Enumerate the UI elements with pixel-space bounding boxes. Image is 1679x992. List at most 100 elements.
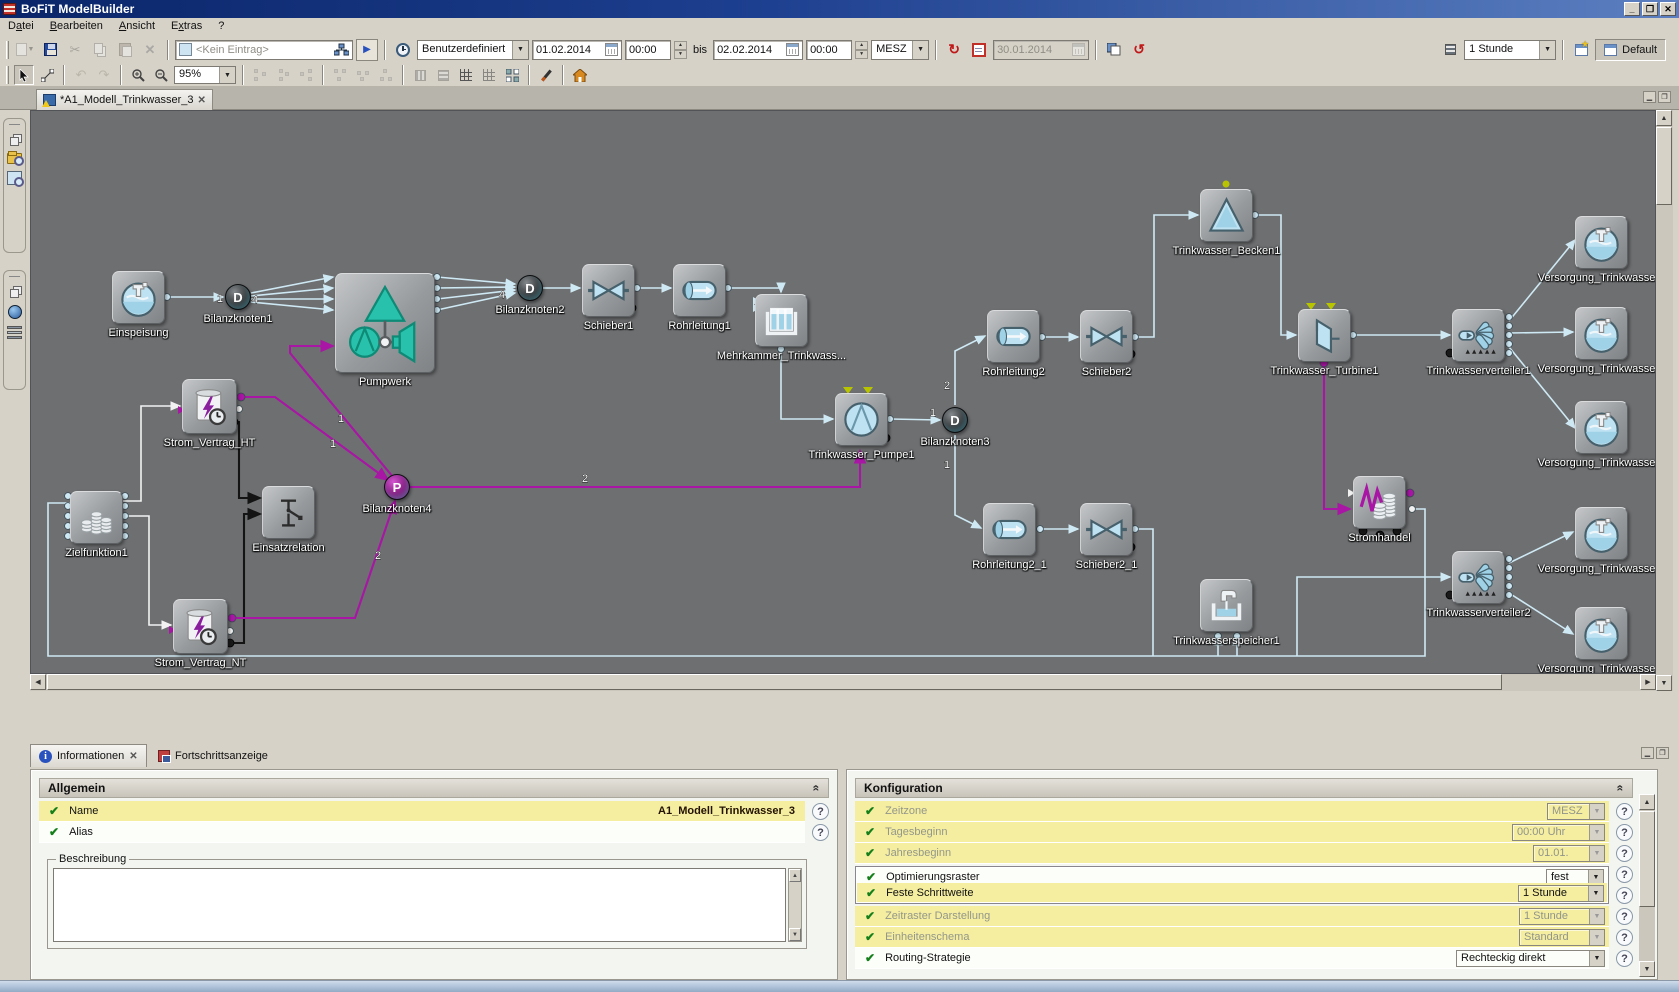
config-row-bar[interactable]: ✔Tagesbeginn00:00 Uhr▼ (855, 822, 1609, 843)
time-to-spinner[interactable]: ▲▼ (855, 41, 868, 59)
node-schieber1[interactable] (582, 264, 635, 317)
node-trinkwasserverteiler2[interactable] (1452, 551, 1505, 604)
snap-grid-button[interactable] (479, 65, 499, 85)
config-row-bar[interactable]: ✔EinheitenschemaStandard▼ (855, 927, 1609, 948)
canvas-hscrollbar[interactable]: ◀ ▶ (30, 674, 1656, 691)
node-trinkwasser-becken1[interactable] (1200, 189, 1253, 242)
toolbar-grip[interactable] (6, 66, 9, 84)
align-left-button[interactable] (250, 65, 270, 85)
tab-informationen[interactable]: i Informationen ✕ (30, 744, 147, 767)
config-select-feste-schrittweite[interactable]: 1 Stunde▼ (1518, 885, 1604, 902)
diagram-edge[interactable] (437, 277, 515, 284)
diagram-edge[interactable] (410, 451, 860, 487)
tab-fortschrittsanzeige[interactable]: Fortschrittsanzeige (150, 744, 276, 767)
help-button[interactable]: ? (1616, 824, 1633, 841)
node-trinkwasserverteiler1[interactable] (1452, 309, 1505, 362)
calendar-icon[interactable] (786, 43, 799, 56)
node-versorgung-trinkwasser3[interactable] (1575, 401, 1628, 454)
reload-model-button[interactable]: ↺ (1128, 39, 1150, 61)
date-to-field[interactable]: 02.02.2014 (713, 40, 803, 60)
node-bilanzknoten4[interactable]: P (384, 474, 410, 500)
diagram-edge[interactable] (728, 288, 781, 292)
diagram-canvas[interactable]: 1441211122EinspeisungDBilanzknoten1Pumpw… (30, 110, 1656, 674)
grid-button[interactable] (456, 65, 476, 85)
diagram-edge[interactable] (251, 302, 333, 310)
tab-close-icon[interactable]: ✕ (198, 95, 206, 106)
diagram-edge[interactable] (437, 287, 515, 288)
config-row-bar[interactable]: ✔Jahresbeginn01.01.▼ (855, 843, 1609, 864)
node-rohrleitung1[interactable] (673, 264, 726, 317)
diagram-edge[interactable] (230, 514, 260, 643)
model-explorer-icon[interactable] (7, 153, 22, 164)
align-bottom-button[interactable] (376, 65, 396, 85)
config-row-bar[interactable]: ✔Routing-StrategieRechteckig direkt▼ (855, 948, 1609, 969)
new-perspective-button[interactable]: ★ (1570, 39, 1592, 61)
info-row-bar[interactable]: ✔Alias (39, 822, 805, 843)
scroll-down-arrow[interactable]: ▼ (1656, 675, 1672, 691)
scroll-up-arrow[interactable]: ▲ (1639, 794, 1655, 810)
diagram-edge[interactable] (251, 277, 333, 293)
scroll-down-arrow[interactable]: ▼ (1639, 961, 1655, 977)
diagram-edge[interactable] (234, 422, 260, 498)
align-center-button[interactable] (273, 65, 293, 85)
canvas-minimize-button[interactable]: ▁ (1643, 91, 1656, 103)
tab-close-icon[interactable]: ✕ (129, 751, 137, 762)
node-strom-vertrag-ht[interactable] (182, 379, 237, 434)
node-versorgung-trinkwasser1[interactable] (1575, 216, 1628, 269)
node-zielfunktion1[interactable] (70, 491, 123, 544)
node-bilanzknoten2[interactable]: D (517, 275, 543, 301)
menu-datei[interactable]: Datei (0, 19, 42, 33)
preview-icon[interactable] (7, 171, 22, 185)
beschreibung-scrollbar[interactable]: ▲ ▼ (788, 868, 802, 942)
scroll-left-arrow[interactable]: ◀ (30, 674, 46, 690)
refresh-icon[interactable]: ↻ (943, 39, 965, 61)
connector-tool-button[interactable] (37, 65, 57, 85)
navigator-icon[interactable] (8, 305, 22, 319)
help-button[interactable]: ? (812, 803, 829, 820)
diagram-edge[interactable] (1509, 593, 1573, 634)
diagram-edge[interactable] (1255, 215, 1296, 335)
diagram-edge[interactable] (1509, 532, 1573, 563)
node-trinkwasser-turbine1[interactable] (1298, 309, 1351, 362)
copy-button[interactable] (89, 39, 111, 61)
menu-hilfe[interactable]: ? (210, 19, 232, 33)
goto-date-button[interactable] (968, 39, 990, 61)
scroll-down-arrow[interactable]: ▼ (789, 928, 801, 941)
paste-button[interactable] (114, 39, 136, 61)
close-button[interactable]: ✕ (1660, 2, 1676, 16)
select-tool-button[interactable] (14, 65, 34, 85)
save-button[interactable] (39, 39, 61, 61)
diagram-edge[interactable] (251, 288, 333, 296)
node-schieber2-1[interactable] (1080, 503, 1133, 556)
help-button[interactable]: ? (1616, 845, 1633, 862)
hscroll-thumb[interactable] (47, 674, 1502, 690)
scroll-up-arrow[interactable]: ▲ (789, 869, 801, 882)
time-from-spinner[interactable]: ▲▼ (674, 41, 687, 59)
perspective-button[interactable]: Default (1595, 39, 1666, 61)
cut-button[interactable]: ✂ (64, 39, 86, 61)
align-middle-button[interactable] (353, 65, 373, 85)
menu-bearbeiten[interactable]: Bearbeiten (42, 19, 111, 33)
minimize-button[interactable]: _ (1624, 2, 1640, 16)
restore-pane-icon[interactable] (10, 137, 19, 146)
diagram-edge[interactable] (123, 516, 171, 625)
vscroll-thumb[interactable] (1656, 127, 1672, 205)
config-row-bar[interactable]: ✔Zeitraster Darstellung1 Stunde▼ (855, 906, 1609, 927)
diagram-edge[interactable] (955, 336, 985, 405)
range-mode-combo[interactable]: Benutzerdefiniert▼ (417, 40, 529, 60)
run-button[interactable]: ▶ (356, 39, 378, 61)
node-versorgung-trinkwasser5[interactable] (1575, 607, 1628, 660)
new-button[interactable]: ▼ (14, 39, 36, 61)
time-step-combo[interactable]: 1 Stunde▼ (1464, 40, 1556, 60)
diagram-edge[interactable] (890, 419, 940, 420)
node-versorgung-trinkwasser4[interactable] (1575, 507, 1628, 560)
delete-button[interactable]: ✕ (139, 39, 161, 61)
scroll-up-arrow[interactable]: ▲ (1656, 110, 1672, 126)
diagram-edge[interactable] (1509, 347, 1575, 428)
diagram-edge[interactable] (1509, 240, 1575, 321)
diagram-edge[interactable] (1324, 365, 1350, 509)
canvas-vscrollbar[interactable]: ▲ ▼ (1656, 110, 1673, 691)
help-button[interactable]: ? (1616, 887, 1633, 904)
info-row-bar[interactable]: ✔NameA1_Modell_Trinkwasser_3 (39, 801, 805, 822)
help-button[interactable]: ? (812, 824, 829, 841)
